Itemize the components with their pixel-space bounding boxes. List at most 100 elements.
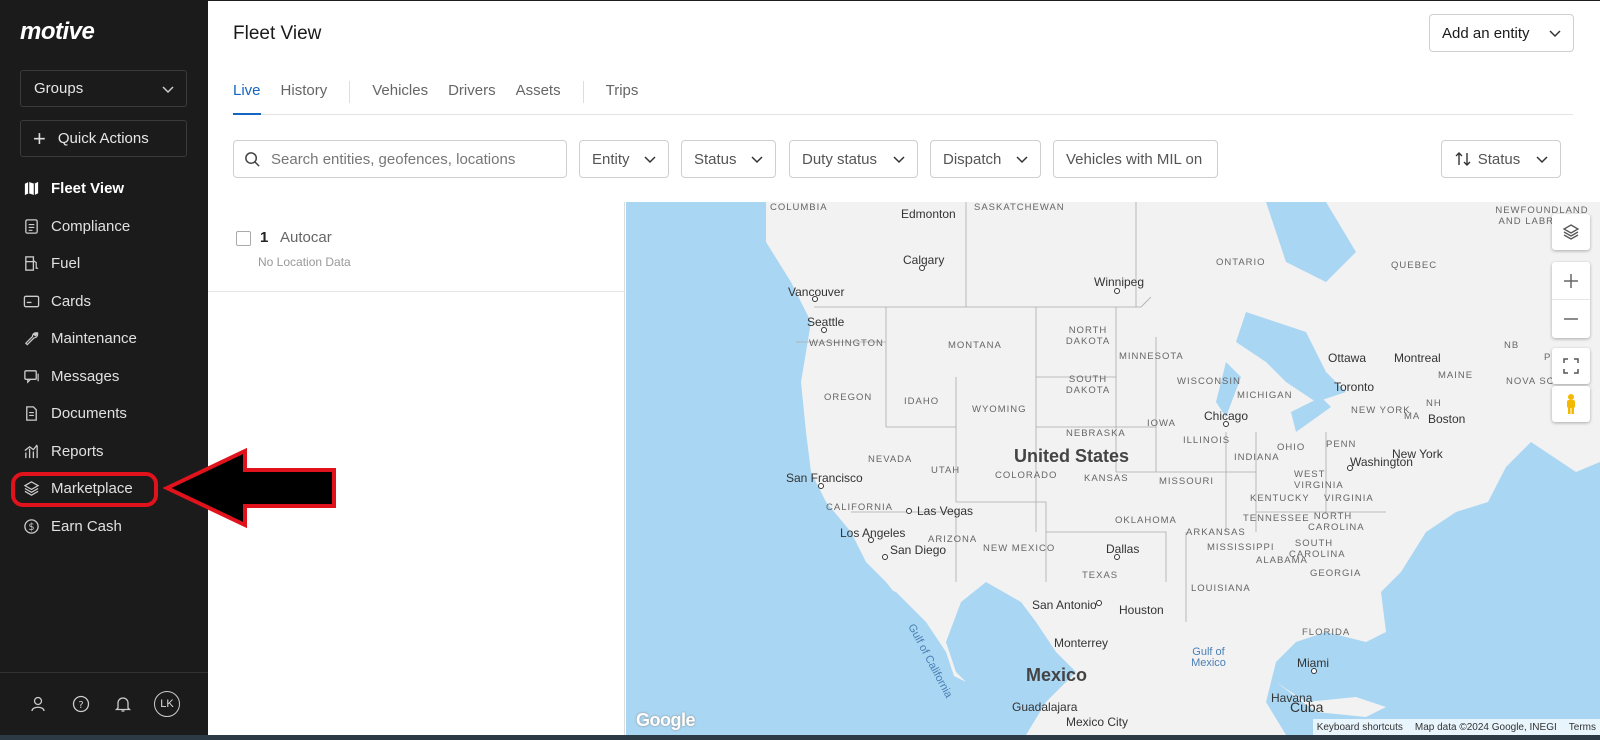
city-marker (906, 508, 912, 514)
view-tabs: Live History Vehicles Drivers Assets Tri… (233, 71, 1573, 115)
map-label: MICHIGAN (1237, 390, 1293, 401)
tab-assets[interactable]: Assets (516, 71, 561, 115)
city-marker (1311, 668, 1317, 674)
sort-icon (1455, 152, 1471, 166)
clipboard-icon (22, 217, 40, 235)
city-label: Mexico City (1066, 715, 1129, 729)
search-icon (245, 151, 260, 167)
sidebar-item-compliance[interactable]: Compliance (0, 208, 208, 246)
chevron-down-icon (162, 85, 174, 93)
map-label: GEORGIA (1310, 568, 1362, 579)
sidebar-item-label: Messages (51, 367, 120, 385)
city-marker (818, 483, 824, 489)
layers-icon (1562, 224, 1580, 240)
search-box[interactable] (233, 140, 567, 178)
entity-filter[interactable]: Entity (579, 140, 669, 178)
zoom-in-button[interactable] (1552, 262, 1590, 300)
city-label: San Francisco (786, 471, 863, 485)
quick-actions-button[interactable]: + Quick Actions (20, 120, 187, 157)
sidebar-item-cards[interactable]: Cards (0, 283, 208, 321)
tab-live[interactable]: Live (233, 71, 261, 115)
map-view[interactable]: COLUMBIA SASKATCHEWAN ONTARIO QUEBEC NEW… (626, 202, 1600, 735)
chevron-down-icon (751, 156, 763, 164)
sidebar-item-label: Compliance (51, 217, 131, 235)
status-filter[interactable]: Status (681, 140, 776, 178)
map-label: PENN (1326, 439, 1357, 450)
map-label: CALIFORNIA (826, 502, 894, 513)
city-marker (868, 537, 874, 543)
search-input[interactable] (271, 150, 551, 168)
map-label: KENTUCKY (1250, 493, 1310, 504)
main-content: Fleet View Add an entity Live History Ve… (208, 1, 1600, 735)
document-icon (22, 405, 40, 423)
map-layers-button[interactable] (1552, 214, 1590, 250)
map-label: OHIO (1277, 442, 1306, 453)
city-label: Toronto (1334, 380, 1375, 394)
motive-logo[interactable]: motive (20, 18, 95, 46)
map-label: NH (1426, 398, 1442, 409)
chat-icon (22, 367, 40, 385)
city-marker (1096, 600, 1102, 606)
city-label: Ottawa (1328, 351, 1367, 365)
map-label: NORTH DAKOTA (1065, 325, 1111, 347)
sidebar-item-label: Cards (51, 292, 92, 310)
terms-link[interactable]: Terms (1569, 722, 1596, 733)
map-label: FLORIDA (1302, 627, 1351, 638)
chevron-down-icon (1549, 30, 1561, 38)
bell-icon[interactable] (112, 693, 134, 715)
fullscreen-icon (1563, 358, 1579, 374)
add-entity-button[interactable]: Add an entity (1429, 14, 1574, 52)
map-label: ALABAMA (1256, 555, 1308, 566)
zoom-out-button[interactable] (1552, 300, 1590, 338)
taskbar-strip (0, 735, 1600, 740)
tab-trips[interactable]: Trips (606, 71, 639, 115)
duty-status-filter[interactable]: Duty status (789, 140, 918, 178)
sidebar-item-label: Documents (51, 405, 127, 423)
tab-history[interactable]: History (281, 71, 328, 115)
help-icon[interactable]: ? (70, 693, 92, 715)
sidebar-item-documents[interactable]: Documents (0, 395, 208, 433)
map-label: MINNESOTA (1119, 351, 1184, 362)
map-label: LOUISIANA (1191, 583, 1251, 594)
map-label: UTAH (931, 465, 961, 476)
sidebar-item-fuel[interactable]: Fuel (0, 245, 208, 283)
map-label: COLORADO (995, 470, 1058, 481)
map-label: ILLINOIS (1183, 435, 1231, 446)
map-label: KANSAS (1084, 473, 1129, 484)
city-label: Monterrey (1054, 636, 1109, 650)
groups-label: Groups (34, 80, 84, 97)
user-settings-icon[interactable] (28, 693, 50, 715)
groups-dropdown[interactable]: Groups (20, 70, 187, 107)
tab-vehicles[interactable]: Vehicles (372, 71, 428, 115)
fullscreen-button[interactable] (1552, 348, 1590, 384)
map-label: ARKANSAS (1186, 527, 1246, 538)
sidebar-item-fleet-view[interactable]: Fleet View (0, 170, 208, 208)
street-view-button[interactable] (1552, 386, 1590, 422)
tab-divider (582, 81, 584, 103)
sidebar-footer: ? LK (0, 672, 208, 735)
sidebar-item-label: Fleet View (51, 180, 125, 198)
sidebar-item-maintenance[interactable]: Maintenance (0, 320, 208, 358)
keyboard-shortcuts-link[interactable]: Keyboard shortcuts (1317, 722, 1403, 733)
zoom-controls (1552, 262, 1590, 338)
map-label: WEST VIRGINIA (1294, 469, 1344, 491)
map-label: NEVADA (868, 454, 913, 465)
minus-icon (1564, 318, 1578, 320)
dispatch-filter[interactable]: Dispatch (930, 140, 1041, 178)
map-label: OREGON (824, 392, 873, 403)
city-marker (882, 554, 888, 560)
sidebar-item-messages[interactable]: Messages (0, 358, 208, 396)
city-label: Houston (1119, 603, 1164, 617)
sidebar-item-label: Maintenance (51, 330, 137, 348)
row-checkbox[interactable] (236, 231, 251, 246)
map-label: OKLAHOMA (1115, 515, 1177, 526)
sort-dropdown[interactable]: Status (1441, 140, 1561, 178)
avatar[interactable]: LK (154, 691, 180, 717)
list-item[interactable]: 1 Autocar No Location Data (208, 202, 625, 292)
mil-filter[interactable]: Vehicles with MIL on (1053, 140, 1218, 178)
add-entity-label: Add an entity (1442, 24, 1530, 42)
entity-name[interactable]: Autocar (280, 229, 332, 246)
city-label: San Antonio (1032, 598, 1097, 612)
quick-actions-label: Quick Actions (57, 130, 149, 147)
tab-drivers[interactable]: Drivers (448, 71, 496, 115)
